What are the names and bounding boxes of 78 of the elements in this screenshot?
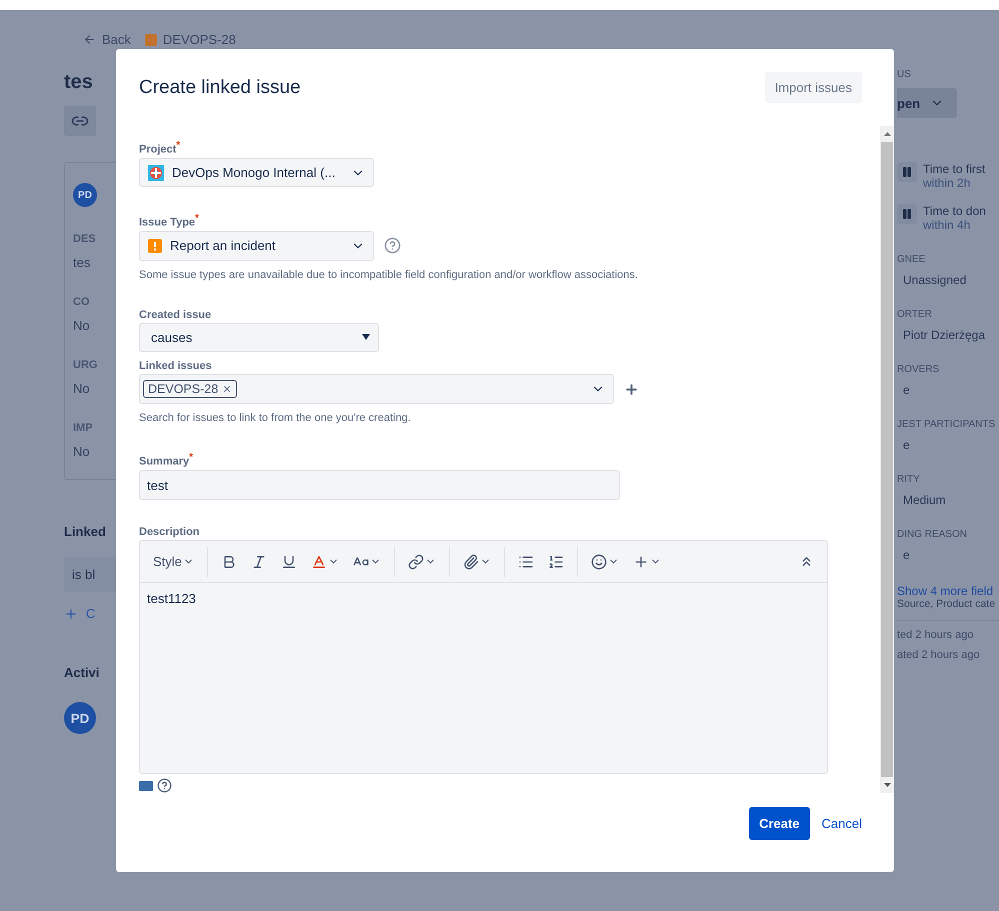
help-icon[interactable] — [384, 237, 401, 254]
link-button[interactable] — [64, 106, 96, 136]
field-label: GNEE — [897, 254, 926, 265]
emoji-icon — [590, 554, 607, 570]
bullet-list-icon — [518, 554, 534, 570]
linked-issues-field[interactable]: DEVOPS-28 — [139, 374, 614, 404]
sla-due: within 4h — [923, 218, 972, 232]
user-avatar: PD — [73, 183, 97, 207]
italic-icon — [250, 554, 267, 570]
scroll-down-icon[interactable] — [884, 783, 890, 787]
section-heading: Linked — [64, 524, 107, 539]
scrollbar[interactable] — [880, 126, 894, 793]
field-label: DING REASON — [897, 529, 968, 540]
field-value: Medium — [902, 493, 947, 507]
dropdown-triangle-icon — [362, 334, 370, 340]
link-type-select[interactable]: causes — [139, 322, 379, 352]
hint-text: Source, Product cate — [897, 598, 996, 610]
numbered-list-icon — [548, 554, 564, 570]
issue-type-select[interactable]: Report an incident — [139, 230, 374, 261]
field-label: CO — [73, 296, 90, 308]
field-label: Created issue — [139, 308, 212, 321]
section-heading: Activi — [64, 665, 100, 680]
user-avatar: PD — [64, 702, 96, 734]
import-button[interactable]: Import issues — [764, 72, 862, 103]
field-value: tes — [73, 255, 92, 270]
field-label: US — [897, 69, 912, 80]
back-arrow-icon — [83, 33, 96, 46]
timestamp: ted 2 hours ago — [897, 629, 974, 641]
pause-icon — [897, 162, 917, 182]
summary-input[interactable]: test — [139, 470, 620, 500]
scroll-up-icon[interactable] — [884, 132, 890, 136]
field-label: JEST PARTICIPANTS — [897, 419, 996, 430]
field-label: DES — [73, 233, 97, 245]
field-label: URG — [73, 359, 98, 371]
lifebuoy-icon — [148, 164, 164, 181]
field-value: No — [73, 318, 91, 333]
insert-icon — [632, 554, 649, 570]
add-icon[interactable] — [624, 382, 639, 397]
field-value: e — [902, 383, 911, 397]
style-menu[interactable]: Style — [148, 550, 199, 574]
help-icon[interactable] — [157, 778, 172, 794]
field-value: No — [73, 444, 91, 459]
hint-text: Search for issues to link to from the one you're creating. — [139, 412, 412, 424]
field-value: e — [902, 438, 911, 452]
plus-icon — [64, 606, 78, 620]
field-value: e — [902, 548, 911, 562]
field-label: RITY — [897, 474, 921, 485]
underline-icon — [280, 554, 297, 570]
field-label: ROVERS — [897, 364, 940, 375]
warning-icon — [148, 238, 162, 253]
project-select[interactable]: DevOps Monogo Internal (... — [139, 158, 374, 188]
create-button[interactable]: Create — [749, 807, 810, 840]
status-button[interactable]: pen — [897, 88, 957, 118]
text-color-icon — [310, 554, 327, 570]
issue-type-icon — [144, 34, 157, 46]
issue-title: tes — [64, 71, 94, 94]
timestamp: ated 2 hours ago — [897, 649, 981, 661]
cancel-link[interactable]: Cancel — [822, 816, 862, 831]
dialog-title: Create linked issue — [139, 76, 301, 98]
pause-icon — [897, 204, 917, 224]
field-label: Description — [139, 526, 201, 538]
field-label: ORTER — [897, 309, 933, 320]
field-value: Unassigned — [902, 273, 968, 287]
linked-issue-row[interactable]: is bl — [64, 557, 116, 592]
sla-title: Time to first — [923, 162, 986, 176]
description-text: test1123 — [146, 590, 197, 608]
remove-icon[interactable] — [222, 384, 232, 394]
field-label: IMP — [73, 422, 94, 434]
field-value: No — [73, 381, 91, 396]
field-value: Piotr Dzierżęga — [902, 328, 986, 342]
link-icon — [408, 554, 424, 570]
hint-text: Some issue types are unavailable due to incompatible field configuration and/or workflow associations. — [139, 268, 639, 281]
description-editor[interactable]: Style test1123 — [139, 540, 828, 774]
attachment-icon — [462, 554, 479, 570]
issue-tag[interactable]: DEVOPS-28 — [143, 380, 238, 398]
sla-title: Time to don — [923, 204, 986, 218]
sla-due: within 2h — [923, 176, 972, 190]
field-label: Linked issues — [139, 360, 213, 372]
